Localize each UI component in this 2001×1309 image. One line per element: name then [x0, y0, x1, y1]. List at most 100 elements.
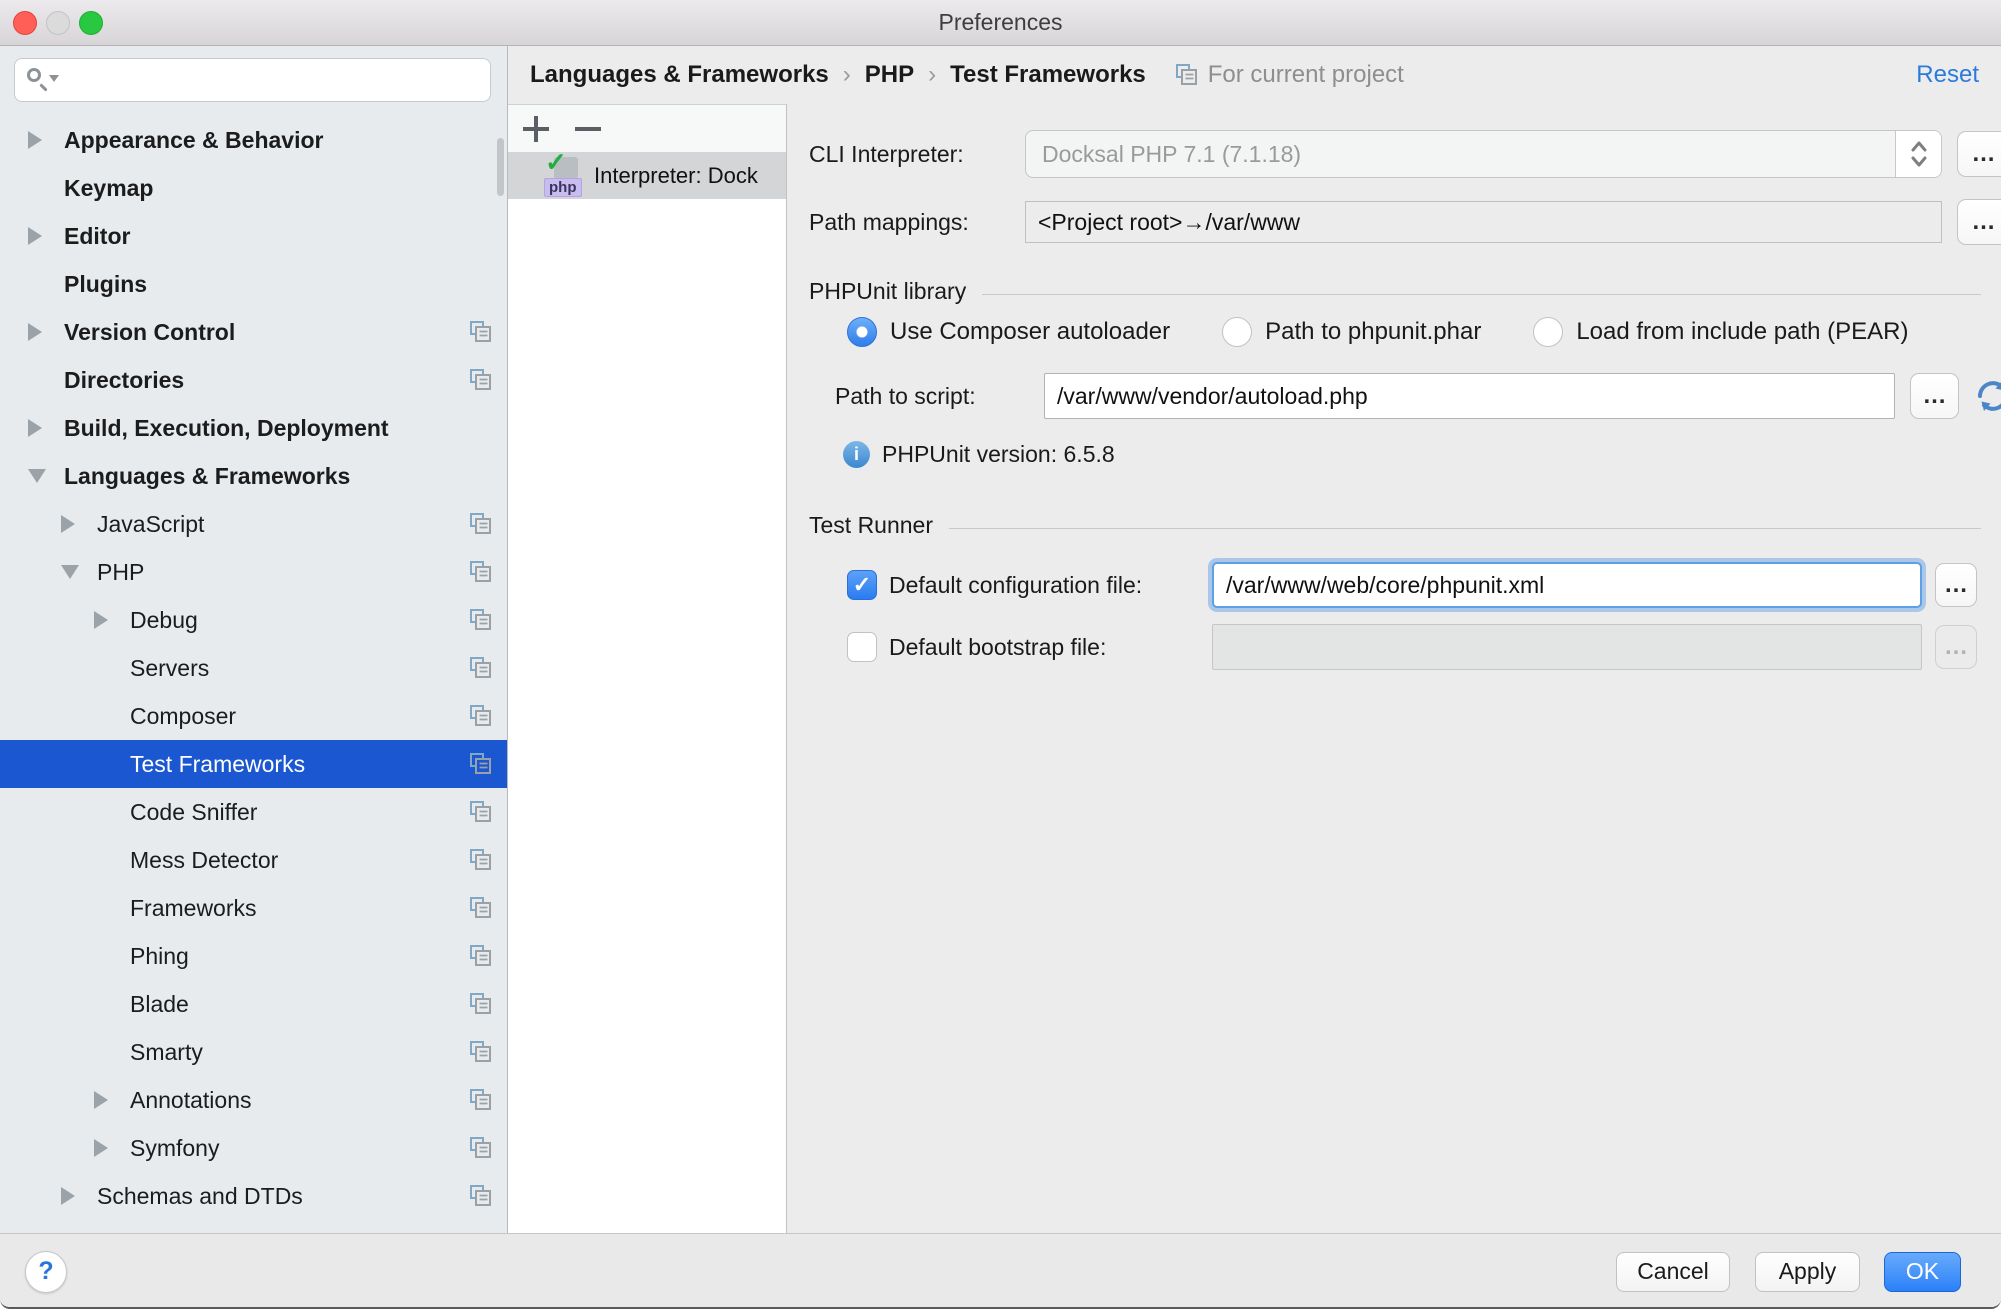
sidebar-item[interactable]: PHP	[0, 548, 507, 596]
sidebar-item-label: Schemas and DTDs	[97, 1183, 303, 1210]
sidebar-item[interactable]: JavaScript	[0, 500, 507, 548]
sidebar-item[interactable]: Composer	[0, 692, 507, 740]
sidebar-item[interactable]: Appearance & Behavior	[0, 116, 507, 164]
radio-icon[interactable]	[1222, 317, 1252, 347]
radio-icon[interactable]	[1533, 317, 1563, 347]
default-configuration-input[interactable]	[1212, 562, 1922, 608]
sidebar-item[interactable]: Debug	[0, 596, 507, 644]
radio-load-from-include-path[interactable]: Load from include path (PEAR)	[1533, 317, 1908, 347]
interpreter-list-panel: ✓ php Interpreter: Dock	[508, 104, 787, 1233]
chevron-right-icon[interactable]	[28, 131, 64, 149]
sidebar-item[interactable]: Annotations	[0, 1076, 507, 1124]
sidebar-item[interactable]: Keymap	[0, 164, 507, 212]
chevron-right-icon[interactable]	[94, 611, 130, 629]
interpreter-list-item[interactable]: ✓ php Interpreter: Dock	[508, 152, 786, 199]
sidebar-item[interactable]: Schemas and DTDs	[0, 1172, 507, 1220]
scope-indicator: For current project	[1174, 61, 1404, 89]
sidebar-item-label: Debug	[130, 607, 198, 634]
chevron-down-icon[interactable]	[28, 469, 64, 483]
radio-label: Use Composer autoloader	[890, 318, 1170, 346]
interpreter-list-toolbar	[508, 104, 786, 152]
reset-link[interactable]: Reset	[1916, 61, 1979, 89]
sidebar-item[interactable]: Build, Execution, Deployment	[0, 404, 507, 452]
for-current-project-icon	[1174, 63, 1199, 88]
php-interpreter-icon: ✓ php	[544, 154, 586, 198]
sidebar-item[interactable]: Frameworks	[0, 884, 507, 932]
sidebar-item[interactable]: Smarty	[0, 1028, 507, 1076]
chevron-right-icon[interactable]	[61, 1187, 97, 1205]
sidebar-item[interactable]: Test Frameworks	[0, 740, 507, 788]
sidebar-item[interactable]: Mess Detector	[0, 836, 507, 884]
cli-interpreter-browse-button[interactable]: …	[1957, 131, 2001, 177]
chevron-down-icon[interactable]	[61, 565, 97, 579]
sidebar-item-label: Servers	[130, 655, 209, 682]
default-configuration-checkbox[interactable]: ✓	[847, 570, 877, 600]
chevron-right-icon[interactable]	[94, 1091, 130, 1109]
sidebar-item-label: Directories	[64, 367, 184, 394]
path-to-script-input[interactable]	[1044, 373, 1895, 419]
path-to-script-browse-button[interactable]: …	[1910, 373, 1959, 419]
radio-selected-icon[interactable]	[847, 317, 877, 347]
chevron-right-icon[interactable]	[61, 515, 97, 533]
chevron-right-icon[interactable]	[28, 419, 64, 437]
for-current-project-icon	[468, 1136, 493, 1161]
sidebar-item[interactable]: Servers	[0, 644, 507, 692]
search-box[interactable]	[14, 58, 491, 102]
path-mappings-browse-button[interactable]: …	[1957, 199, 2001, 245]
sidebar-item[interactable]: Phing	[0, 932, 507, 980]
close-window-button[interactable]	[13, 11, 37, 35]
chevron-right-icon[interactable]	[94, 1139, 130, 1157]
ok-button[interactable]: OK	[1884, 1252, 1961, 1292]
section-divider	[949, 528, 1981, 529]
sidebar-item-label: Editor	[64, 223, 130, 250]
chevron-right-icon[interactable]	[28, 323, 64, 341]
sidebar-item[interactable]: Symfony	[0, 1124, 507, 1172]
for-current-project-icon	[468, 368, 493, 393]
footer-bar: ? Cancel Apply OK	[0, 1233, 2001, 1309]
title-bar: Preferences	[0, 0, 2001, 46]
search-input[interactable]	[59, 67, 480, 93]
path-to-script-label: Path to script:	[835, 383, 1044, 410]
radio-path-to-phpunit-phar[interactable]: Path to phpunit.phar	[1222, 317, 1481, 347]
sidebar-item-label: Symfony	[130, 1135, 219, 1162]
for-current-project-icon	[468, 1088, 493, 1113]
sidebar-item-label: Keymap	[64, 175, 153, 202]
sidebar-item-label: Build, Execution, Deployment	[64, 415, 389, 442]
help-button[interactable]: ?	[25, 1251, 67, 1293]
sidebar-item[interactable]: Version Control	[0, 308, 507, 356]
breadcrumb-segment: Languages & Frameworks	[530, 61, 829, 89]
sidebar-item-label: Smarty	[130, 1039, 203, 1066]
breadcrumb-segment: Test Frameworks	[950, 61, 1146, 89]
cancel-button[interactable]: Cancel	[1616, 1252, 1730, 1292]
phpunit-library-title: PHPUnit library	[809, 278, 966, 305]
path-mappings-field[interactable]: <Project root>→/var/www	[1025, 201, 1942, 243]
sidebar-item[interactable]: Code Sniffer	[0, 788, 507, 836]
cli-interpreter-select[interactable]: Docksal PHP 7.1 (7.1.18)	[1025, 130, 1942, 178]
sidebar-item[interactable]: Directories	[0, 356, 507, 404]
for-current-project-icon	[468, 1184, 493, 1209]
search-row	[0, 46, 507, 108]
sidebar-scrollbar-thumb[interactable]	[497, 138, 504, 196]
for-current-project-icon	[468, 896, 493, 921]
stepper-icon[interactable]	[1895, 131, 1941, 177]
default-bootstrap-label: Default bootstrap file:	[889, 634, 1212, 661]
sidebar-item[interactable]: Blade	[0, 980, 507, 1028]
add-icon[interactable]	[522, 115, 550, 143]
remove-icon[interactable]	[574, 115, 602, 143]
default-configuration-browse-button[interactable]: …	[1935, 563, 1977, 607]
radio-use-composer-autoloader[interactable]: Use Composer autoloader	[847, 317, 1170, 347]
sidebar-item[interactable]: Editor	[0, 212, 507, 260]
for-current-project-icon	[468, 944, 493, 969]
sidebar-item[interactable]: Plugins	[0, 260, 507, 308]
sidebar-tree: Appearance & Behavior Keymap Editor Plugins…	[0, 116, 507, 1220]
search-icon[interactable]	[25, 67, 59, 93]
default-bootstrap-input	[1212, 624, 1922, 670]
zoom-window-button[interactable]	[79, 11, 103, 35]
apply-button[interactable]: Apply	[1755, 1252, 1860, 1292]
for-current-project-icon	[468, 512, 493, 537]
reload-phpunit-version-icon[interactable]	[1973, 376, 2001, 416]
breadcrumb-separator: ›	[843, 61, 851, 89]
sidebar-item[interactable]: Languages & Frameworks	[0, 452, 507, 500]
chevron-right-icon[interactable]	[28, 227, 64, 245]
default-bootstrap-checkbox[interactable]	[847, 632, 877, 662]
